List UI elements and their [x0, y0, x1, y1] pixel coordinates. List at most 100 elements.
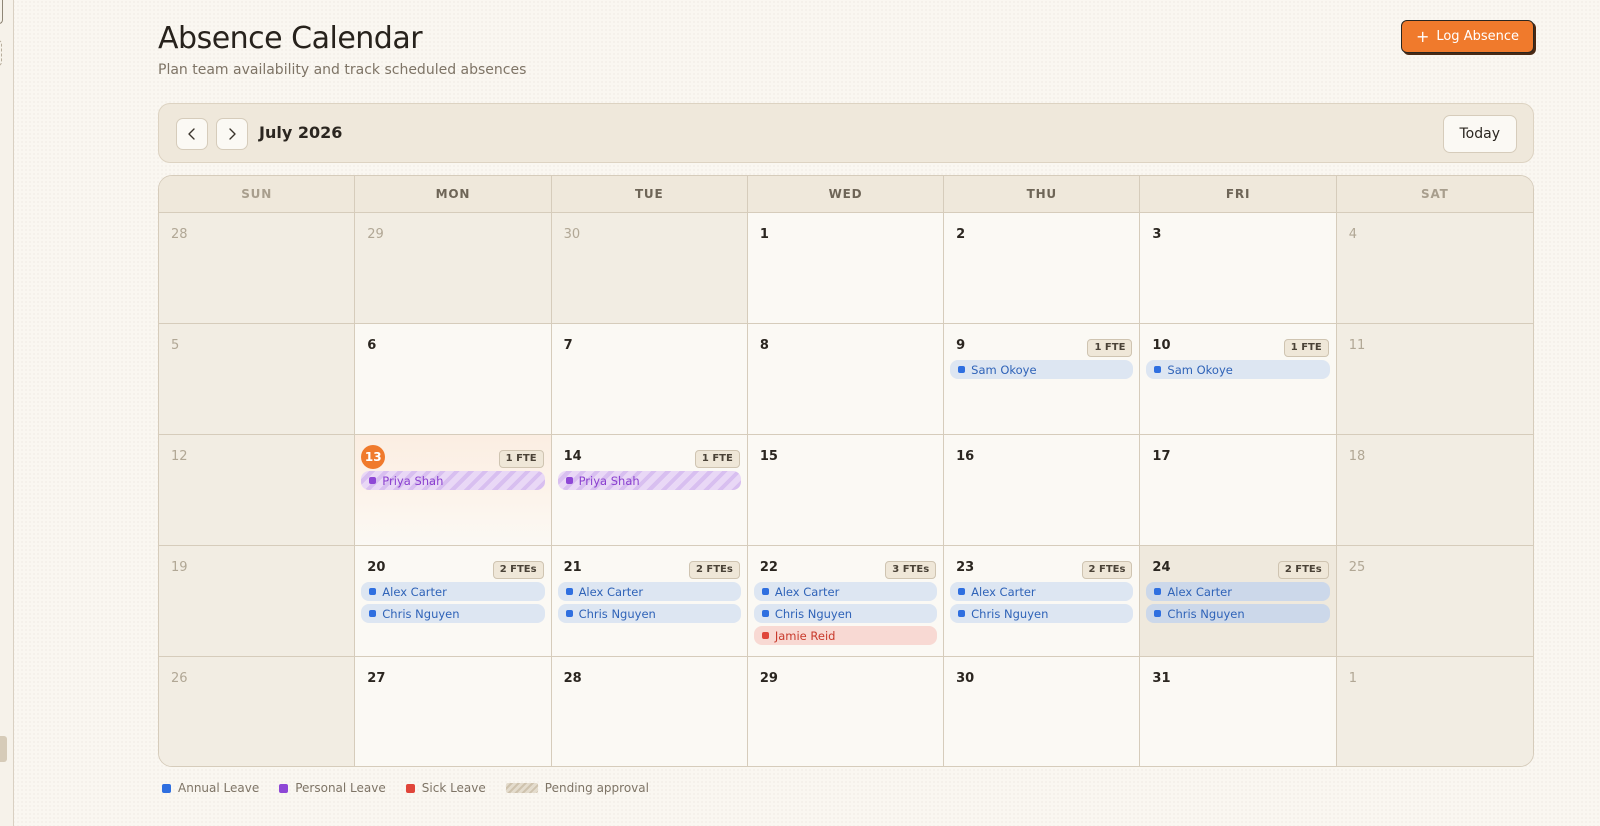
day-number: 30 [956, 671, 975, 686]
day-number: 27 [367, 671, 386, 686]
day-number: 18 [1348, 449, 1366, 464]
log-absence-label: Log Absence [1436, 29, 1519, 44]
absence-event-personal[interactable]: Priya Shah [361, 471, 545, 490]
day-number: 20 [367, 560, 386, 575]
absence-event-personal[interactable]: Priya Shah [557, 471, 741, 490]
rail-handle[interactable] [0, 0, 3, 24]
day-number: 12 [171, 449, 188, 464]
absence-event-annual[interactable]: Chris Nguyen [1146, 604, 1330, 623]
rail-scroll-handle[interactable] [0, 736, 7, 762]
day-number: 16 [956, 449, 975, 464]
day-cell[interactable]: 13 1 FTE Priya Shah [355, 435, 552, 546]
absence-event-annual[interactable]: Chris Nguyen [753, 604, 938, 623]
day-cell[interactable]: 19 [159, 546, 356, 657]
day-number: 5 [171, 338, 180, 353]
absence-event-sick[interactable]: Jamie Reid [753, 626, 938, 645]
fte-count-badge: 1 FTE [694, 450, 740, 468]
next-month-button[interactable] [216, 118, 248, 150]
day-cell[interactable]: 25 [1336, 546, 1533, 657]
event-person-name: Chris Nguyen [774, 606, 853, 621]
event-list: Alex Carter Chris Nguyen [557, 582, 741, 623]
day-cell[interactable]: 15 [747, 435, 945, 546]
day-cell[interactable]: 16 [944, 435, 1141, 546]
page-subtitle: Plan team availability and track schedul… [158, 62, 527, 78]
leave-type-dot-icon [1154, 588, 1162, 595]
absence-event-annual[interactable]: Alex Carter [557, 582, 741, 601]
legend: Annual Leave Personal Leave Sick Leave P… [162, 780, 649, 796]
day-cell[interactable]: 30 [944, 657, 1141, 766]
day-cell[interactable]: 27 [355, 657, 552, 766]
weekday-sat: SAT [1421, 187, 1449, 201]
calendar-toolbar: July 2026 Today [158, 103, 1534, 163]
absence-event-annual[interactable]: Alex Carter [753, 582, 938, 601]
event-person-name: Alex Carter [774, 584, 840, 599]
day-cell[interactable]: 17 [1140, 435, 1337, 546]
left-rail [0, 0, 14, 826]
rail-handle-dashed[interactable] [0, 40, 2, 66]
absence-event-annual[interactable]: Sam Okoye [950, 360, 1134, 379]
day-cell[interactable]: 28 [551, 657, 748, 766]
day-number: 10 [1152, 338, 1171, 353]
event-list: Sam Okoye [950, 360, 1134, 379]
day-cell[interactable]: 9 1 FTE Sam Okoye [944, 324, 1141, 435]
day-cell[interactable]: 29 [747, 657, 945, 766]
today-button[interactable]: Today [1442, 115, 1517, 153]
day-cell[interactable]: 14 1 FTE Priya Shah [551, 435, 748, 546]
day-number: 31 [1152, 671, 1171, 686]
day-number: 11 [1348, 338, 1366, 353]
day-cell[interactable]: 18 [1336, 435, 1533, 546]
chevron-left-icon [188, 128, 195, 140]
day-cell[interactable]: 1 [747, 213, 945, 324]
day-cell[interactable]: 28 [159, 213, 356, 324]
previous-month-button[interactable] [176, 118, 208, 150]
absence-event-annual[interactable]: Alex Carter [1146, 582, 1330, 601]
leave-type-dot-icon [565, 588, 573, 595]
day-cell[interactable]: 21 2 FTEs Alex Carter Chris Nguyen [551, 546, 748, 657]
absence-event-annual[interactable]: Alex Carter [361, 582, 545, 601]
log-absence-button[interactable]: + Log Absence [1400, 20, 1534, 53]
event-list: Alex Carter Chris Nguyen [950, 582, 1134, 623]
day-number: 24 [1152, 560, 1171, 575]
leave-type-dot-icon [565, 477, 573, 484]
day-cell[interactable]: 30 [551, 213, 748, 324]
day-cell[interactable]: 7 [551, 324, 748, 435]
day-number: 1 [759, 227, 769, 242]
day-cell[interactable]: 11 [1336, 324, 1533, 435]
day-number: 15 [759, 449, 778, 464]
calendar-grid: 28 29 30 1 2 3 4 5 6 7 8 9 1 FTE Sam Okoye 10 1 FTE Sam … [159, 213, 1533, 766]
day-cell[interactable]: 26 [159, 657, 356, 766]
day-cell[interactable]: 12 [159, 435, 356, 546]
legend-swatch-sick [405, 783, 415, 793]
day-cell[interactable]: 20 2 FTEs Alex Carter Chris Nguyen [355, 546, 552, 657]
day-cell[interactable]: 22 3 FTEs Alex Carter Chris Nguyen Jamie Rei… [747, 546, 945, 657]
leave-type-dot-icon [369, 477, 377, 484]
fte-count-badge: 3 FTEs [885, 561, 937, 579]
day-number: 19 [171, 560, 188, 575]
page-title: Absence Calendar [158, 21, 423, 56]
day-cell[interactable]: 1 [1336, 657, 1533, 766]
day-cell[interactable]: 31 [1140, 657, 1337, 766]
day-number: 28 [563, 671, 582, 686]
day-cell[interactable]: 3 [1140, 213, 1337, 324]
day-number: 9 [956, 338, 966, 353]
day-cell[interactable]: 2 [944, 213, 1141, 324]
day-cell[interactable]: 24 2 FTEs Alex Carter Chris Nguyen [1140, 546, 1337, 657]
day-cell[interactable]: 29 [355, 213, 552, 324]
weekday-header-row: SUN MON TUE WED THU FRI SAT [159, 176, 1533, 213]
fte-count-badge: 2 FTEs [1277, 561, 1329, 579]
absence-event-annual[interactable]: Chris Nguyen [361, 604, 545, 623]
day-cell[interactable]: 8 [747, 324, 945, 435]
absence-event-annual[interactable]: Chris Nguyen [557, 604, 741, 623]
event-person-name: Priya Shah [382, 473, 444, 488]
day-cell[interactable]: 5 [159, 324, 356, 435]
day-cell[interactable]: 4 [1336, 213, 1533, 324]
absence-event-annual[interactable]: Alex Carter [950, 582, 1134, 601]
day-cell[interactable]: 23 2 FTEs Alex Carter Chris Nguyen [944, 546, 1141, 657]
legend-label: Annual Leave [178, 781, 260, 795]
weekday-thu: THU [944, 176, 1141, 212]
absence-event-annual[interactable]: Sam Okoye [1146, 360, 1330, 379]
weekday-mon: MON [355, 176, 552, 212]
day-cell[interactable]: 10 1 FTE Sam Okoye [1140, 324, 1337, 435]
absence-event-annual[interactable]: Chris Nguyen [950, 604, 1134, 623]
day-cell[interactable]: 6 [355, 324, 552, 435]
